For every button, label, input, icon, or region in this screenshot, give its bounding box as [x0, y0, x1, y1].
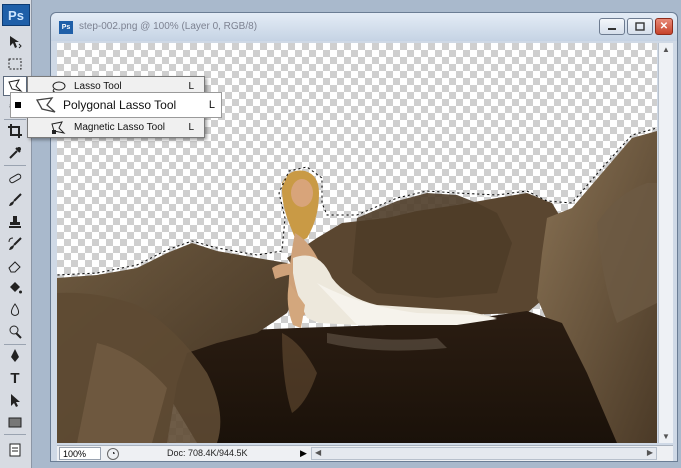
healing-tool-button[interactable] [3, 168, 27, 188]
move-icon [10, 36, 22, 49]
move-tool-button[interactable] [3, 32, 27, 52]
zoom-level-field[interactable]: 100% [59, 447, 101, 460]
flyout-item-label: Magnetic Lasso Tool [74, 122, 165, 133]
document-size-info: Doc: 708.4K/944.5K [167, 448, 248, 458]
blur-icon [10, 303, 20, 316]
minimize-button[interactable] [599, 18, 625, 35]
status-menu-arrow-icon[interactable]: ▶ [300, 448, 307, 459]
rectangle-icon [8, 417, 22, 428]
history-brush-icon [8, 237, 22, 250]
healing-icon [9, 173, 22, 184]
flyout-item-shortcut: L [188, 122, 194, 133]
document-titlebar[interactable]: Ps step-002.png @ 100% (Layer 0, RGB/8) … [51, 13, 677, 41]
brush-tool-button[interactable] [3, 190, 27, 210]
paint-bucket-tool-button[interactable] [3, 278, 27, 298]
flyout-item-label: Lasso Tool [74, 81, 122, 92]
path-select-icon [11, 394, 20, 407]
status-bar: 100% ◔ Doc: 708.4K/944.5K ▶ ◀ ▶ [57, 445, 673, 461]
close-button[interactable]: ✕ [655, 18, 673, 35]
clone-stamp-tool-button[interactable] [3, 212, 27, 232]
selected-bullet-icon [15, 102, 21, 108]
minimize-icon [608, 27, 616, 30]
history-brush-tool-button[interactable] [3, 234, 27, 254]
marquee-tool-button[interactable] [3, 54, 27, 74]
notes-tool-button[interactable] [3, 440, 27, 460]
photoshop-doc-icon: Ps [59, 21, 73, 34]
pen-icon [11, 349, 19, 362]
stamp-icon [9, 216, 21, 228]
scroll-left-icon[interactable]: ◀ [315, 448, 321, 457]
blur-tool-button[interactable] [3, 300, 27, 320]
eyedropper-icon [9, 147, 21, 159]
flyout-item-shortcut: L [208, 99, 215, 111]
scroll-up-icon[interactable]: ▲ [662, 45, 670, 54]
marquee-icon [8, 58, 22, 70]
flyout-item-magnetic-lasso[interactable]: Magnetic Lasso Tool L [28, 118, 204, 137]
maximize-button[interactable] [627, 18, 653, 35]
brush-icon [9, 193, 22, 206]
scroll-right-icon[interactable]: ▶ [647, 448, 653, 457]
close-icon: ✕ [659, 21, 669, 32]
flyout-item-polygonal-lasso[interactable]: Polygonal Lasso Tool L [10, 92, 222, 118]
document-title: step-002.png @ 100% (Layer 0, RGB/8) [79, 21, 258, 32]
notes-icon [9, 443, 21, 457]
scroll-down-icon[interactable]: ▼ [662, 432, 670, 441]
bucket-icon [10, 282, 22, 294]
shape-tool-button[interactable] [3, 412, 27, 432]
polygonal-lasso-icon [35, 96, 57, 114]
horizontal-scrollbar[interactable]: ◀ ▶ [311, 447, 657, 460]
eyedropper-tool-button[interactable] [3, 143, 27, 163]
dodge-tool-button[interactable] [3, 322, 27, 342]
crop-icon [8, 124, 22, 138]
type-tool-button[interactable]: T [3, 368, 27, 388]
vertical-scrollbar[interactable]: ▲ ▼ [658, 43, 673, 443]
maximize-icon [635, 22, 645, 31]
pen-tool-button[interactable] [3, 346, 27, 366]
dodge-icon [9, 325, 22, 339]
crop-tool-button[interactable] [3, 121, 27, 141]
zoom-options-icon[interactable]: ◔ [107, 448, 119, 460]
photoshop-logo: Ps [2, 4, 30, 26]
path-selection-tool-button[interactable] [3, 390, 27, 410]
eraser-tool-button[interactable] [3, 256, 27, 276]
flyout-item-label: Polygonal Lasso Tool [63, 98, 177, 112]
toolbox: Ps T [0, 0, 32, 468]
flyout-item-shortcut: L [188, 81, 194, 92]
type-icon: T [10, 369, 20, 387]
magnetic-lasso-icon [50, 120, 68, 135]
eraser-icon [8, 261, 21, 273]
